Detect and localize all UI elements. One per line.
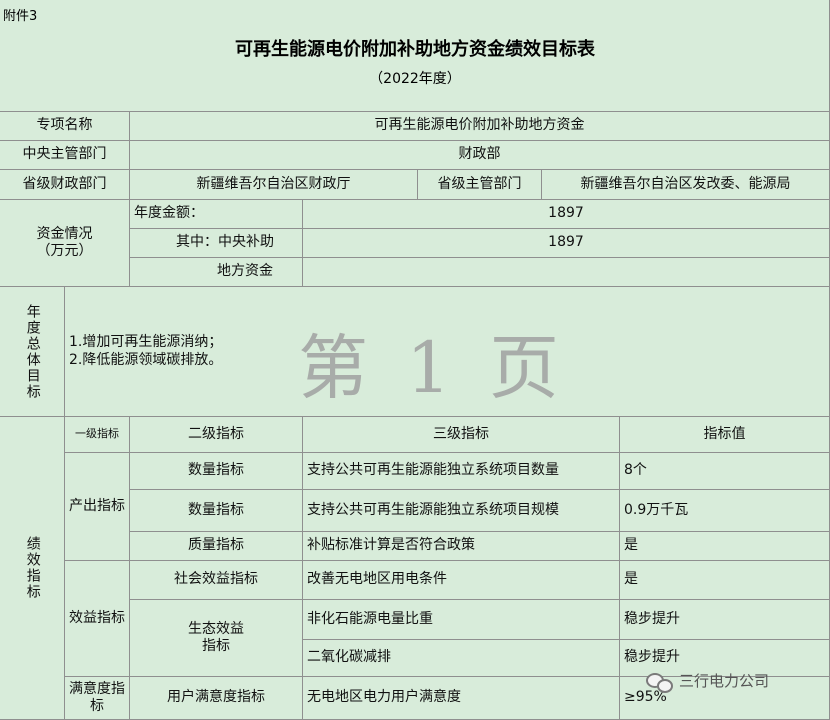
header-third-level: 三级指标 bbox=[303, 417, 620, 453]
header-indicator-value: 指标值 bbox=[620, 417, 830, 453]
table-cell-third: 支持公共可再生能源能独立系统项目数量 bbox=[303, 453, 620, 490]
table-cell-value: 0.9万千瓦 bbox=[620, 490, 830, 532]
finance-dept-value: 新疆维吾尔自治区财政厅 bbox=[130, 170, 418, 200]
annual-goal-text: 1.增加可再生能源消纳； 2.降低能源领域碳排放。 bbox=[65, 287, 830, 417]
local-funds-label: 地方资金 bbox=[130, 258, 303, 287]
table-cell-value: 是 bbox=[620, 532, 830, 561]
header-first-level: 一级指标 bbox=[65, 417, 130, 453]
annual-amount-label: 年度金额： bbox=[130, 200, 303, 229]
page-title: 可再生能源电价附加补助地方资金绩效目标表 bbox=[235, 39, 595, 60]
central-subsidy-value: 1897 bbox=[303, 229, 830, 258]
central-dept-label: 中央主管部门 bbox=[0, 141, 130, 170]
table-cell-second: 数量指标 bbox=[130, 453, 303, 490]
table-cell-third: 支持公共可再生能源能独立系统项目规模 bbox=[303, 490, 620, 532]
funds-label: 资金情况 （万元） bbox=[0, 200, 130, 287]
table-cell-value: 稳步提升 bbox=[620, 600, 830, 640]
annual-goal-label: 年度总体目标 bbox=[0, 287, 65, 417]
table-cell-second: 质量指标 bbox=[130, 532, 303, 561]
benefit-indicator-label: 效益指标 bbox=[65, 561, 130, 677]
table-cell-value: 是 bbox=[620, 561, 830, 600]
project-name-value: 可再生能源电价附加补助地方资金 bbox=[130, 112, 830, 141]
header-second-level: 二级指标 bbox=[130, 417, 303, 453]
project-name-label: 专项名称 bbox=[0, 112, 130, 141]
central-dept-value: 财政部 bbox=[130, 141, 830, 170]
output-indicator-label: 产出指标 bbox=[65, 453, 130, 561]
table-cell-second: 生态效益 指标 bbox=[130, 600, 303, 677]
table-cell-third: 二氧化碳减排 bbox=[303, 640, 620, 677]
wechat-icon bbox=[645, 671, 673, 693]
table-cell-second: 数量指标 bbox=[130, 490, 303, 532]
annual-amount-value: 1897 bbox=[303, 200, 830, 229]
table-cell-second: 用户满意度指标 bbox=[130, 677, 303, 720]
local-funds-value bbox=[303, 258, 830, 287]
table-cell-value: 8个 bbox=[620, 453, 830, 490]
table-cell-second: 社会效益指标 bbox=[130, 561, 303, 600]
provincial-dept-label: 省级主管部门 bbox=[418, 170, 542, 200]
brand-watermark: 三行电力公司 bbox=[645, 670, 770, 693]
brand-name: 三行电力公司 bbox=[679, 672, 770, 690]
finance-dept-label: 省级财政部门 bbox=[0, 170, 130, 200]
performance-target-sheet: 附件3 可再生能源电价附加补助地方资金绩效目标表 （2022年度） 专项名称 可… bbox=[0, 0, 830, 720]
attachment-label: 附件3 bbox=[3, 9, 38, 24]
central-subsidy-label: 其中：中央补助 bbox=[130, 229, 303, 258]
year-subtitle: （2022年度） bbox=[369, 71, 461, 87]
table-cell-third: 非化石能源电量比重 bbox=[303, 600, 620, 640]
provincial-dept-value: 新疆维吾尔自治区发改委、能源局 bbox=[542, 170, 830, 200]
performance-label: 绩效指标 bbox=[0, 417, 65, 720]
table-cell-third: 补贴标准计算是否符合政策 bbox=[303, 532, 620, 561]
satisfaction-indicator-label: 满意度指标 bbox=[65, 677, 130, 720]
table-cell-third: 改善无电地区用电条件 bbox=[303, 561, 620, 600]
table-cell-third: 无电地区电力用户满意度 bbox=[303, 677, 620, 720]
